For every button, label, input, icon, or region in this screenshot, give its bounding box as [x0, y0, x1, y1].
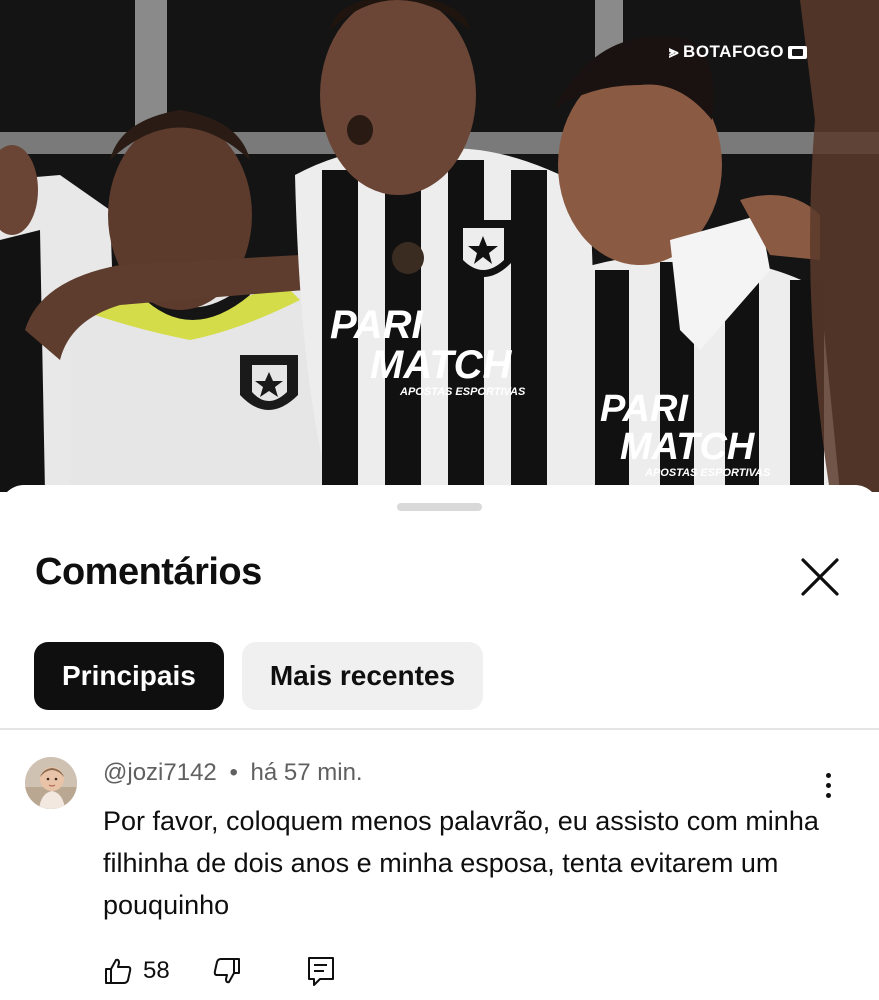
sponsor-line-1: PARI [330, 303, 423, 347]
thumb-up-icon [105, 958, 132, 984]
sponsor-subline: APOSTAS ESPORTIVAS [400, 386, 526, 398]
jersey-sponsor-right: PARI MATCH APOSTAS ESPORTIVAS [600, 390, 770, 479]
more-vert-icon-dot [825, 792, 831, 798]
comment-text: Por favor, coloquem menos palavrão, eu a… [103, 806, 819, 920]
divider [0, 728, 879, 730]
comment-time: há 57 min. [250, 759, 363, 786]
sponsor-line-2: MATCH [620, 426, 755, 468]
drag-handle[interactable] [397, 503, 482, 511]
reply-button[interactable] [306, 955, 336, 987]
video-player[interactable]: ⪢ BOTAFOGO PARI MATCH APOSTAS ESPORTIVAS… [0, 0, 879, 492]
watermark-text: BOTAFOGO [683, 42, 784, 61]
chip-mais-recentes[interactable]: Mais recentes [241, 642, 484, 710]
more-vert-icon-dot [825, 772, 831, 778]
close-icon [801, 558, 839, 596]
jersey-sponsor-center: PARI MATCH APOSTAS ESPORTIVAS [330, 305, 525, 398]
comment-author[interactable]: @jozi7142 [103, 759, 217, 786]
comment-meta: @jozi7142 • há 57 min. [103, 759, 363, 787]
chip-principais[interactable]: Principais [34, 642, 224, 710]
reply-icon [307, 957, 334, 986]
like-button[interactable]: 58 [103, 956, 170, 986]
comments-title: Comentários [35, 551, 262, 593]
avatar-image [25, 757, 77, 809]
meta-separator: • [229, 759, 238, 786]
comment-actions: 58 [103, 951, 336, 991]
comments-sheet: Comentários Principais Mais recentes @jo… [0, 485, 879, 1000]
channel-watermark: ⪢ BOTAFOGO [669, 42, 807, 62]
watermark-arrows-icon: ⪢ [668, 42, 680, 61]
close-button[interactable] [794, 551, 846, 603]
like-count: 58 [143, 957, 170, 984]
thumb-down-icon [213, 958, 240, 984]
filter-chips: Principais Mais recentes [34, 642, 484, 710]
sponsor-line-1: PARI [600, 388, 688, 430]
dislike-button[interactable] [212, 956, 242, 986]
avatar[interactable] [25, 757, 77, 809]
sponsor-subline: APOSTAS ESPORTIVAS [645, 467, 771, 479]
sponsor-line-2: MATCH [370, 343, 512, 387]
more-vert-icon-dot [825, 782, 831, 788]
tv-badge-icon [788, 45, 807, 59]
